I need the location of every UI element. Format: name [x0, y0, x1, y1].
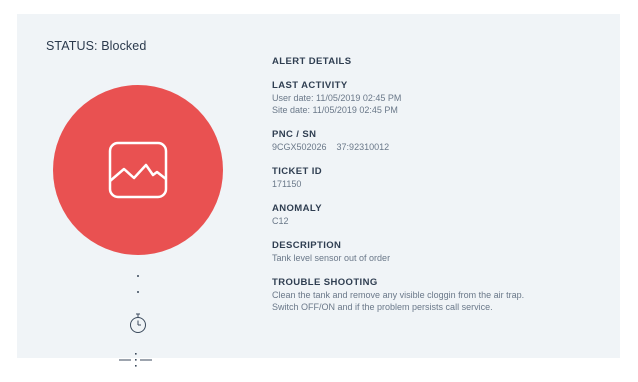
pnc-sn-label: PNC / SN — [272, 129, 317, 140]
trouble-shooting-section: TROUBLE SHOOTING Clean the tank and remo… — [272, 277, 612, 313]
user-date: User date: 11/05/2019 02:45 PM — [272, 93, 402, 103]
status-label: STATUS: — [46, 39, 98, 53]
description-section: DESCRIPTION Tank level sensor out of ord… — [272, 240, 612, 264]
pnc-value: 9CGX502026 — [272, 142, 327, 152]
status-value: Blocked — [101, 39, 147, 53]
trouble-shooting-label: TROUBLE SHOOTING — [272, 277, 378, 288]
stopwatch-icon — [130, 313, 146, 333]
anomaly-label: ANOMALY — [272, 203, 322, 214]
status-line: STATUS: Blocked — [46, 39, 146, 53]
ticket-id-value: 171150 — [272, 179, 302, 189]
line-chart-icon — [108, 141, 168, 199]
alert-details-heading: ALERT DETAILS — [272, 56, 352, 67]
anomaly-section: ANOMALY C12 — [272, 203, 612, 227]
ticket-id-label: TICKET ID — [272, 166, 323, 177]
trouble-shooting-line-1: Clean the tank and remove any visible cl… — [272, 290, 525, 300]
alert-panel: STATUS: Blocked ALERT DETAILS LAST ACTIV… — [17, 14, 620, 367]
description-label: DESCRIPTION — [272, 240, 342, 251]
timeline-dot — [137, 275, 139, 277]
pnc-sn-section: PNC / SN 9CGX502026 37:92310012 — [272, 129, 612, 153]
last-activity-section: LAST ACTIVITY User date: 11/05/2019 02:4… — [272, 80, 612, 116]
trouble-shooting-line-2: Switch OFF/ON and if the problem persist… — [272, 302, 493, 312]
description-value: Tank level sensor out of order — [272, 253, 391, 263]
alert-indicator — [53, 85, 223, 255]
ticket-id-section: TICKET ID 171150 — [272, 166, 612, 190]
alert-details: ALERT DETAILS LAST ACTIVITY User date: 1… — [272, 56, 612, 326]
dotted-line-icon — [119, 353, 152, 367]
timeline-dot — [137, 291, 139, 293]
sn-value: 37:92310012 — [336, 142, 390, 152]
anomaly-value: C12 — [272, 216, 289, 226]
pnc-sn-value: 9CGX502026 37:92310012 — [272, 141, 612, 153]
last-activity-label: LAST ACTIVITY — [272, 80, 348, 91]
site-date: Site date: 11/05/2019 02:45 PM — [272, 105, 398, 115]
